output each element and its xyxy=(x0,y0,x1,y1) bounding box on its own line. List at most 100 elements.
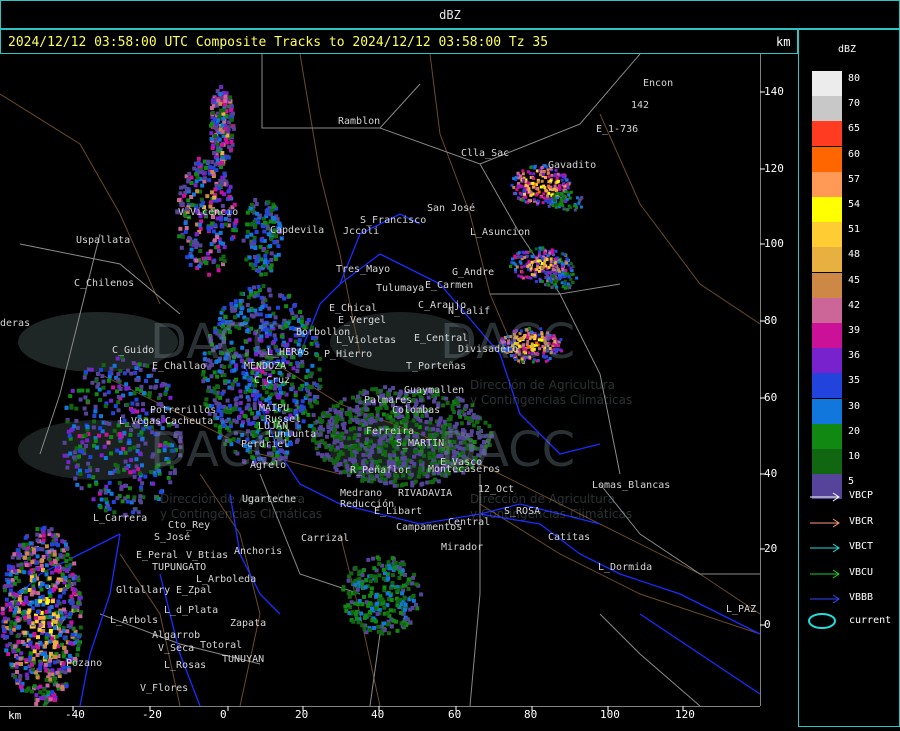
y-tick-label: 80 xyxy=(764,314,778,327)
echo-cell xyxy=(77,454,81,459)
echo-cell xyxy=(95,372,100,376)
echo-cell xyxy=(153,384,158,389)
echo-cell xyxy=(309,341,314,346)
echo-cell xyxy=(144,379,148,383)
echo-cell xyxy=(27,608,32,613)
place-label: E_Chical xyxy=(329,303,378,314)
echo-cell xyxy=(139,384,144,389)
echo-cell xyxy=(186,179,191,184)
echo-cell xyxy=(535,187,539,191)
echo-cell xyxy=(228,403,233,408)
legend-swatch xyxy=(812,348,842,374)
echo-cell xyxy=(93,409,98,414)
echo-cell xyxy=(20,640,25,644)
echo-cell xyxy=(306,412,311,417)
echo-cell xyxy=(356,407,361,412)
radar-map[interactable]: DACC DACC DACC DACC Dirección de Agricul… xyxy=(0,54,760,706)
place-label: L_Arboleda xyxy=(196,574,257,585)
echo-cell xyxy=(396,587,401,592)
echo-cell xyxy=(85,388,90,393)
echo-cell xyxy=(195,175,200,180)
echo-cell xyxy=(258,307,263,311)
echo-cell xyxy=(370,449,375,454)
echo-cell xyxy=(544,271,548,275)
echo-cell xyxy=(69,601,74,606)
echo-cell xyxy=(41,629,46,633)
echo-cell xyxy=(16,639,21,644)
echo-cell xyxy=(104,432,109,437)
echo-cell xyxy=(288,338,293,343)
echo-cell xyxy=(318,416,322,421)
echo-cell xyxy=(402,595,407,600)
echo-cell xyxy=(24,595,28,600)
echo-cell xyxy=(134,397,139,402)
legend-level-label: 80 xyxy=(848,73,861,84)
echo-cell xyxy=(382,621,386,626)
echo-cell xyxy=(39,661,44,666)
echo-cell xyxy=(370,618,375,623)
place-label: L_Carrera xyxy=(93,513,148,524)
place-label: S_Francisco xyxy=(360,215,427,226)
echo-cell xyxy=(62,607,66,612)
echo-cell xyxy=(267,306,272,311)
echo-cell xyxy=(369,586,374,591)
echo-cell xyxy=(560,173,564,177)
echo-cell xyxy=(550,285,554,289)
echo-cell xyxy=(66,624,71,629)
echo-cell xyxy=(372,566,377,571)
echo-cell xyxy=(20,611,25,616)
echo-cell xyxy=(44,677,49,682)
echo-cell xyxy=(580,195,584,199)
echo-cell xyxy=(123,450,128,455)
echo-cell xyxy=(549,179,553,183)
echo-cell xyxy=(138,367,143,372)
echo-cell xyxy=(296,342,301,347)
echo-cell xyxy=(72,561,77,566)
echo-cell xyxy=(424,419,429,424)
echo-cell xyxy=(104,497,109,502)
echo-cell xyxy=(239,394,244,399)
echo-cell xyxy=(364,460,369,465)
echo-cell xyxy=(119,355,124,360)
echo-cell xyxy=(571,280,575,284)
echo-cell xyxy=(75,482,80,487)
echo-cell xyxy=(359,581,364,586)
echo-cell xyxy=(256,220,261,225)
echo-cell xyxy=(82,406,87,411)
echo-cell xyxy=(373,460,378,465)
echo-cell xyxy=(385,591,390,596)
echo-cell xyxy=(290,326,295,330)
x-tick-label: 0 xyxy=(220,708,227,721)
echo-cell xyxy=(520,265,524,269)
echo-cell xyxy=(24,672,29,677)
echo-cell xyxy=(404,482,408,487)
echo-cell xyxy=(416,416,421,421)
echo-cell xyxy=(227,218,232,223)
echo-cell xyxy=(223,99,228,103)
echo-cell xyxy=(189,254,194,259)
echo-cell xyxy=(67,433,72,438)
echo-cell xyxy=(333,415,338,420)
echo-cell xyxy=(260,396,265,401)
echo-cell xyxy=(390,580,395,585)
echo-cell xyxy=(569,262,573,265)
echo-cell xyxy=(34,602,39,607)
echo-cell xyxy=(211,260,216,265)
legend-level-label: 60 xyxy=(848,148,861,160)
echo-cell xyxy=(50,668,55,673)
echo-cell xyxy=(49,561,54,566)
echo-cell xyxy=(516,184,520,188)
echo-cell xyxy=(389,598,394,602)
echo-cell xyxy=(180,234,185,239)
echo-cell xyxy=(46,690,51,695)
echo-cell xyxy=(403,607,407,612)
echo-cell xyxy=(517,274,521,278)
echo-cell xyxy=(42,525,47,530)
place-label: Guaymallen xyxy=(404,385,465,396)
echo-cell xyxy=(569,266,573,270)
echo-cell xyxy=(318,432,322,437)
echo-cell xyxy=(106,378,111,383)
echo-cell xyxy=(341,585,346,589)
echo-cell xyxy=(568,205,572,209)
echo-cell xyxy=(560,199,564,203)
